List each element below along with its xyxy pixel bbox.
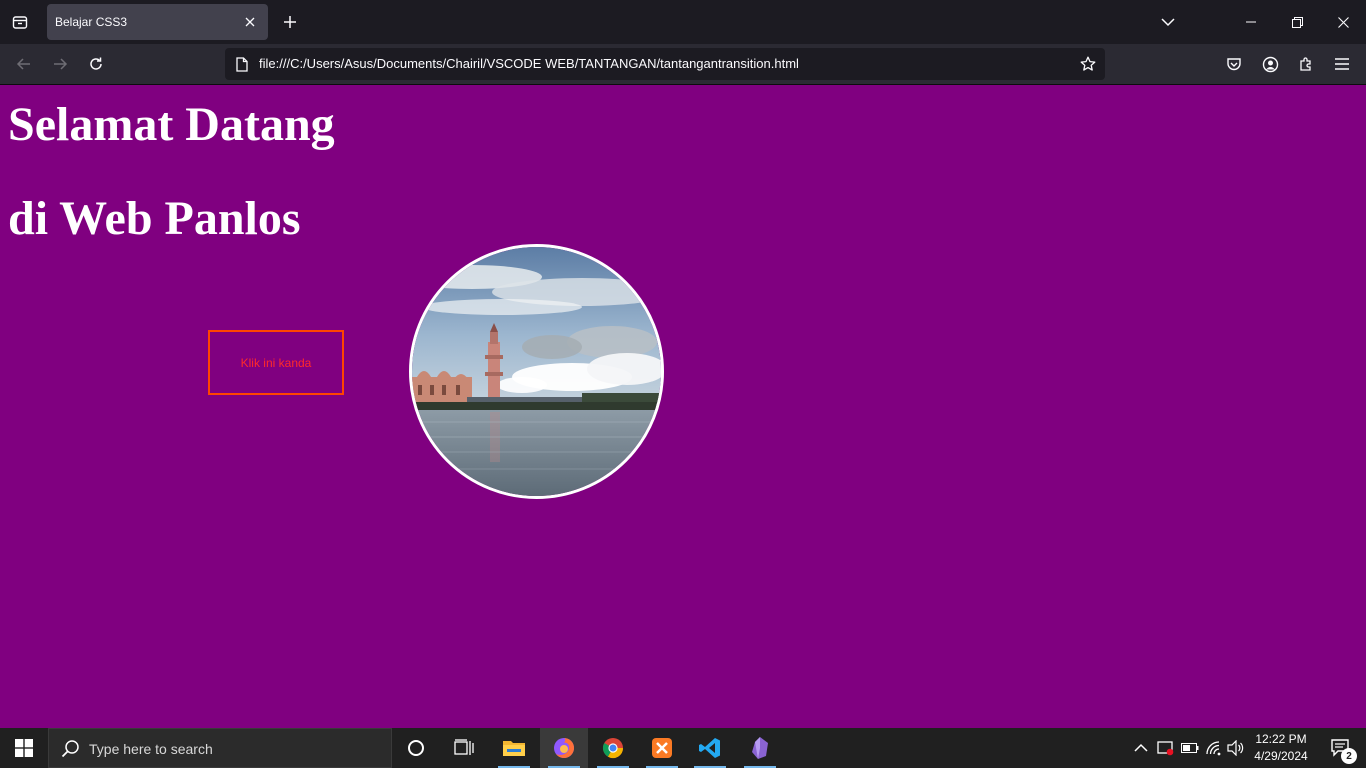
forward-arrow-icon[interactable] [46, 50, 74, 78]
klik-button[interactable]: Klik ini kanda [208, 330, 344, 395]
windows-start-icon[interactable] [0, 728, 48, 768]
wifi-icon[interactable] [1204, 738, 1224, 758]
close-icon[interactable] [240, 12, 260, 32]
tab-belajar-css3[interactable]: Belajar CSS3 [47, 4, 268, 40]
notification-center-icon[interactable]: 2 [1316, 728, 1366, 768]
obsidian-icon[interactable] [736, 728, 784, 768]
tab-title: Belajar CSS3 [55, 15, 128, 29]
browser-navigation-bar: file:///C:/Users/Asus/Documents/Chairil/… [0, 44, 1366, 85]
minimize-icon[interactable] [1228, 0, 1274, 44]
restore-icon[interactable] [1274, 0, 1320, 44]
file-explorer-icon[interactable] [490, 728, 538, 768]
security-tray-icon[interactable] [1156, 738, 1176, 758]
chevron-up-icon[interactable] [1131, 738, 1151, 758]
system-clock[interactable]: 12:22 PM 4/29/2024 [1248, 731, 1314, 765]
star-icon[interactable] [1077, 53, 1099, 75]
taskbar-search-box[interactable]: Type here to search [48, 728, 392, 768]
search-placeholder: Type here to search [89, 741, 213, 757]
mosque-photo-image [412, 247, 661, 496]
account-icon[interactable] [1256, 50, 1284, 78]
extensions-icon[interactable] [1292, 50, 1320, 78]
chrome-icon[interactable] [589, 728, 637, 768]
url-text[interactable]: file:///C:/Users/Asus/Documents/Chairil/… [259, 56, 799, 71]
chevron-down-icon[interactable] [1156, 10, 1180, 34]
windows-taskbar: Type here to search 12:22 PM 4/29/2024 2 [0, 728, 1366, 768]
vscode-icon[interactable] [686, 728, 734, 768]
klik-button-label: Klik ini kanda [240, 355, 312, 370]
volume-icon[interactable] [1226, 738, 1246, 758]
xampp-icon[interactable] [638, 728, 686, 768]
url-bar[interactable]: file:///C:/Users/Asus/Documents/Chairil/… [225, 48, 1105, 80]
page-icon [233, 55, 251, 73]
page-heading-line-2: di Web Panlos [8, 192, 301, 245]
notification-count-badge: 2 [1341, 748, 1357, 764]
firefox-icon[interactable] [540, 728, 588, 768]
tab-list-icon[interactable] [6, 8, 34, 36]
plus-icon[interactable] [278, 10, 302, 34]
mosque-waterfront-photo [409, 244, 664, 499]
task-view-icon[interactable] [440, 728, 488, 768]
browser-tab-bar: Belajar CSS3 [0, 0, 1366, 44]
page-content: Selamat Datang di Web Panlos Klik ini ka… [0, 85, 1366, 728]
reload-icon[interactable] [82, 50, 110, 78]
page-heading-line-1: Selamat Datang [8, 98, 335, 151]
clock-date: 4/29/2024 [1254, 749, 1308, 763]
search-icon [61, 740, 79, 758]
battery-icon[interactable] [1180, 738, 1200, 758]
pocket-icon[interactable] [1220, 50, 1248, 78]
back-arrow-icon[interactable] [10, 50, 38, 78]
cortana-icon[interactable] [392, 728, 440, 768]
close-window-icon[interactable] [1320, 0, 1366, 44]
clock-time: 12:22 PM [1255, 732, 1307, 746]
hamburger-menu-icon[interactable] [1328, 50, 1356, 78]
